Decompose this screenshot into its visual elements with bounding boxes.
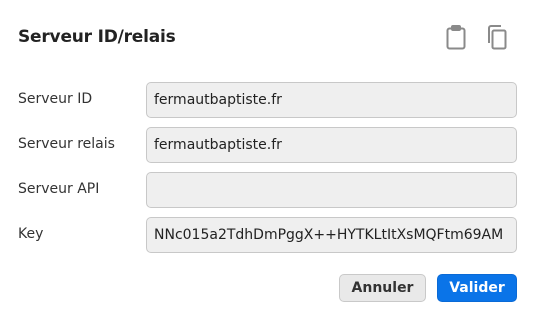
cancel-button[interactable]: Annuler bbox=[339, 274, 426, 302]
key-input[interactable] bbox=[146, 217, 517, 253]
form-row-api-server: Serveur API bbox=[0, 172, 533, 208]
relay-server-label: Serveur relais bbox=[18, 136, 115, 152]
api-server-label: Serveur API bbox=[18, 181, 100, 197]
key-label: Key bbox=[18, 226, 44, 242]
form-row-relay-server: Serveur relais bbox=[0, 127, 533, 163]
id-server-input[interactable] bbox=[146, 82, 517, 118]
form-row-id-server: Serveur ID bbox=[0, 82, 533, 118]
copy-icon[interactable] bbox=[485, 24, 511, 52]
api-server-input[interactable] bbox=[146, 172, 517, 208]
clipboard-icon[interactable] bbox=[445, 24, 471, 52]
dialog-title: Serveur ID/relais bbox=[18, 27, 176, 47]
server-settings-dialog: Serveur ID/relais Serveur ID Serveur rel… bbox=[0, 0, 533, 313]
relay-server-input[interactable] bbox=[146, 127, 517, 163]
validate-button[interactable]: Valider bbox=[437, 274, 517, 302]
id-server-label: Serveur ID bbox=[18, 91, 93, 107]
form-row-key: Key bbox=[0, 217, 533, 253]
